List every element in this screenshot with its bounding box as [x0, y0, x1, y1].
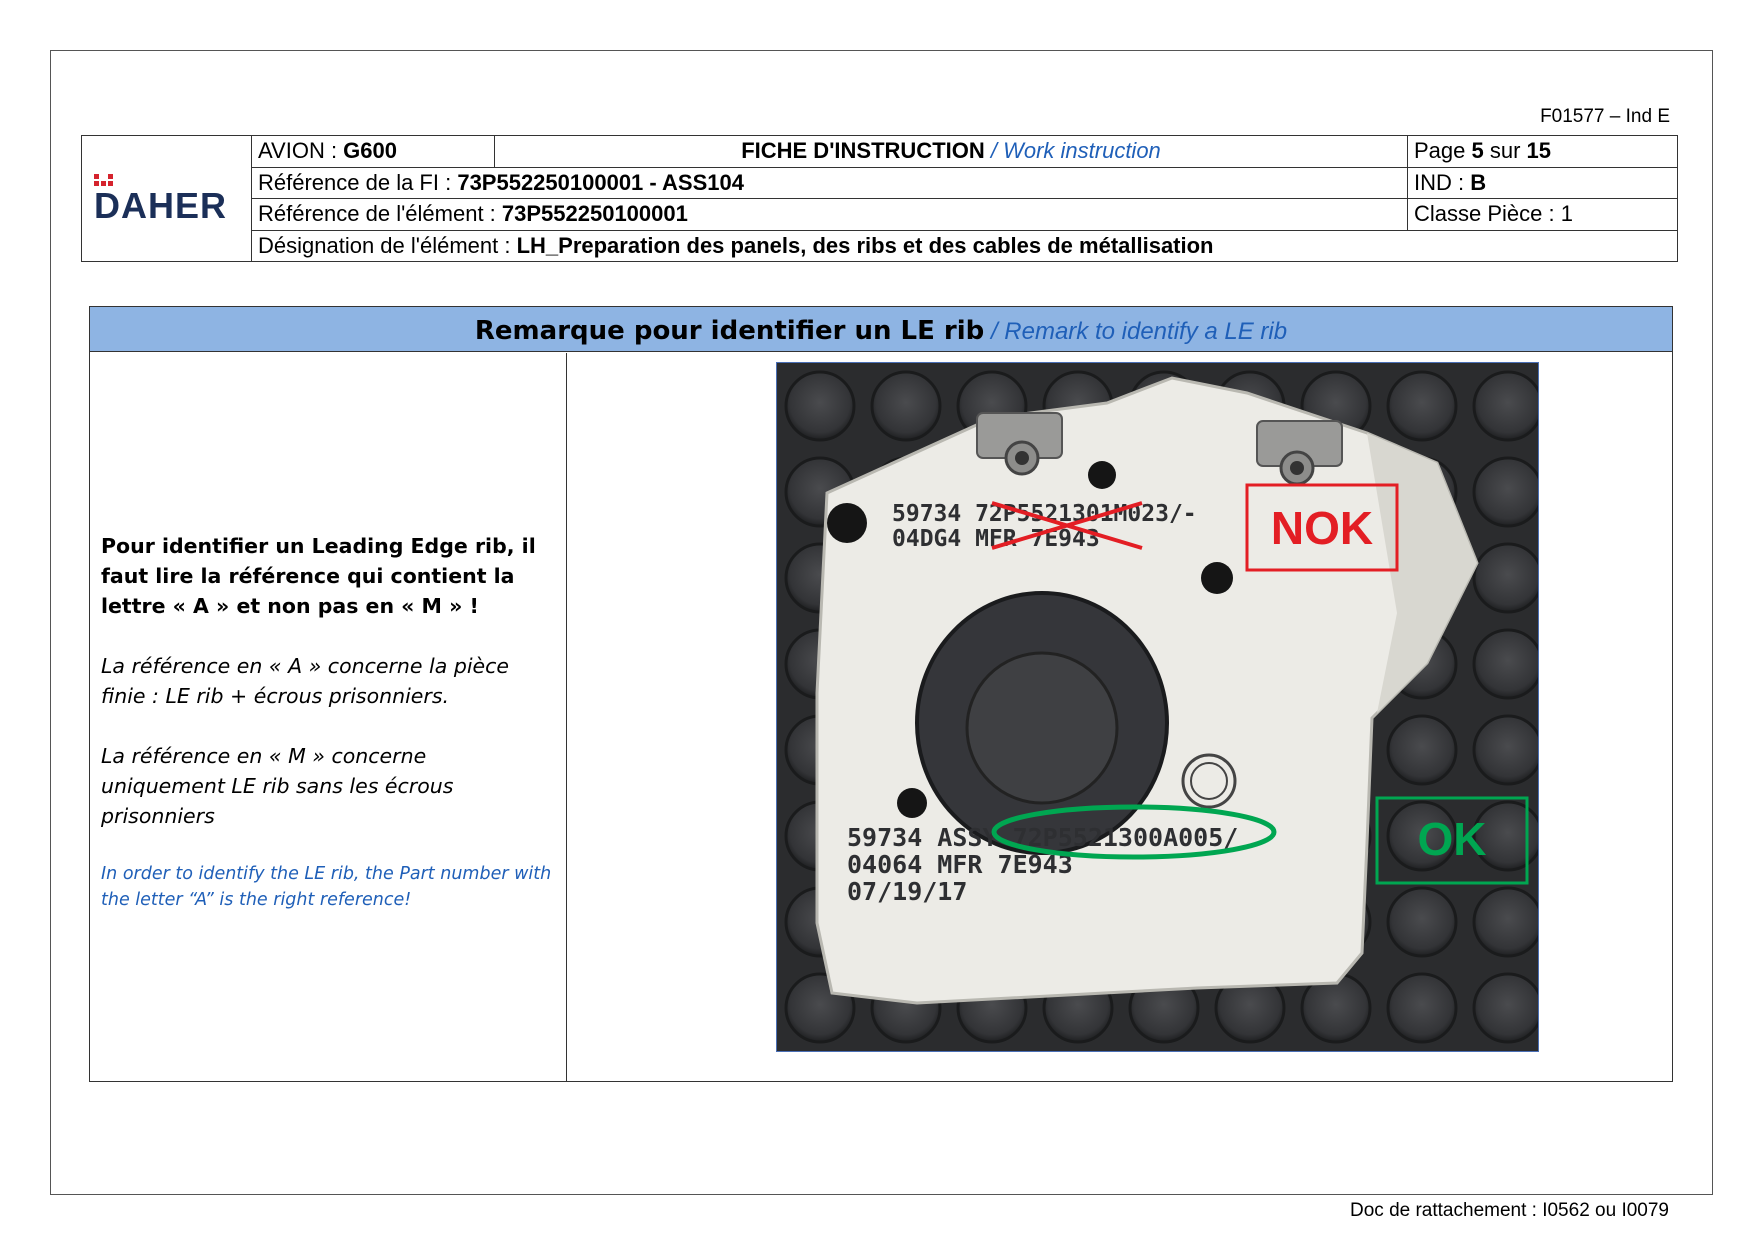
remark-para-m: La référence en « M » concerne uniquemen… [101, 744, 454, 828]
avion-value: G600 [343, 138, 397, 164]
page-total: 15 [1526, 138, 1552, 164]
avion-cell: AVION : G600 [251, 135, 495, 168]
title-fr: FICHE D'INSTRUCTION [741, 138, 985, 164]
rib-photo-illustration: 59734 72P5521301M023/- 04DG4 MFR 7E943 5… [777, 363, 1538, 1051]
ind-label: IND : [1414, 169, 1471, 195]
ref-fi-label: Référence de la FI : [258, 169, 458, 195]
designation-cell: Désignation de l'élément : LH_Preparatio… [251, 229, 1678, 262]
remark-para-a: La référence en « A » concerne la pièce … [101, 654, 510, 708]
marking-top-line1: 59734 72P5521301M023/- [892, 501, 1197, 527]
avion-label: AVION : [258, 138, 344, 164]
designation-label: Désignation de l'élément : [258, 232, 517, 258]
classe-cell: Classe Pièce : 1 [1407, 198, 1678, 231]
mat-bump-through-hole [965, 651, 1119, 805]
header-table: DAHER AVION : G600 FICHE D'INSTRUCTION /… [81, 135, 1678, 262]
ref-fi-cell: Référence de la FI : 73P552250100001 - A… [251, 166, 1408, 199]
remark-title: Remarque pour identifier un LE rib / Rem… [90, 307, 1672, 352]
logo-text: DAHER [94, 184, 228, 226]
remark-para-main: Pour identifier un Leading Edge rib, il … [101, 534, 536, 618]
ref-elem-label: Référence de l'élément : [258, 201, 502, 227]
ind-value: B [1470, 169, 1487, 195]
remark-title-en: / Remark to identify a LE rib [984, 318, 1288, 345]
marking-bottom-line1: 59734 ASSY 72P5521300A005/ [847, 823, 1238, 852]
marking-bottom-line3: 07/19/17 [847, 877, 967, 906]
document-code: F01577 – Ind E [1540, 106, 1670, 127]
logo-dots-icon [94, 173, 113, 186]
page-label: Page [1414, 138, 1472, 164]
title-en: / Work instruction [984, 138, 1161, 164]
title-cell: FICHE D'INSTRUCTION / Work instruction [494, 135, 1408, 168]
ref-elem-cell: Référence de l'élément : 73P552250100001 [251, 198, 1408, 231]
page-sep: sur [1483, 138, 1527, 164]
ind-cell: IND : B [1407, 166, 1678, 199]
footer-doc-reference: Doc de rattachement : I0562 ou I0079 [1350, 1200, 1669, 1221]
ref-elem-value: 73P552250100001 [501, 201, 688, 227]
remark-text-column: Pour identifier un Leading Edge rib, il … [90, 353, 567, 1081]
marking-bottom-line2: 04064 MFR 7E943 [847, 850, 1073, 879]
rib-hole-1 [827, 503, 867, 543]
rib-hole-2 [1088, 461, 1116, 489]
remark-title-fr: Remarque pour identifier un LE rib [474, 316, 985, 346]
rib-hole-3 [1201, 562, 1233, 594]
designation-value: LH_Preparation des panels, des ribs et d… [516, 232, 1214, 258]
page-cell: Page 5 sur 15 [1407, 135, 1678, 168]
rib-photo: 59734 72P5521301M023/- 04DG4 MFR 7E943 5… [776, 362, 1539, 1052]
ref-fi-value: 73P552250100001 - ASS104 [457, 169, 744, 195]
page-current: 5 [1471, 138, 1484, 164]
rib-hole-4 [897, 788, 927, 818]
daher-logo: DAHER [88, 173, 245, 226]
nok-label: NOK [1271, 502, 1373, 554]
remark-text: Pour identifier un Leading Edge rib, il … [101, 531, 556, 943]
logo-cell: DAHER [81, 135, 252, 262]
ok-label: OK [1418, 813, 1487, 865]
remark-para-en: In order to identify the LE rib, the Par… [101, 864, 552, 910]
